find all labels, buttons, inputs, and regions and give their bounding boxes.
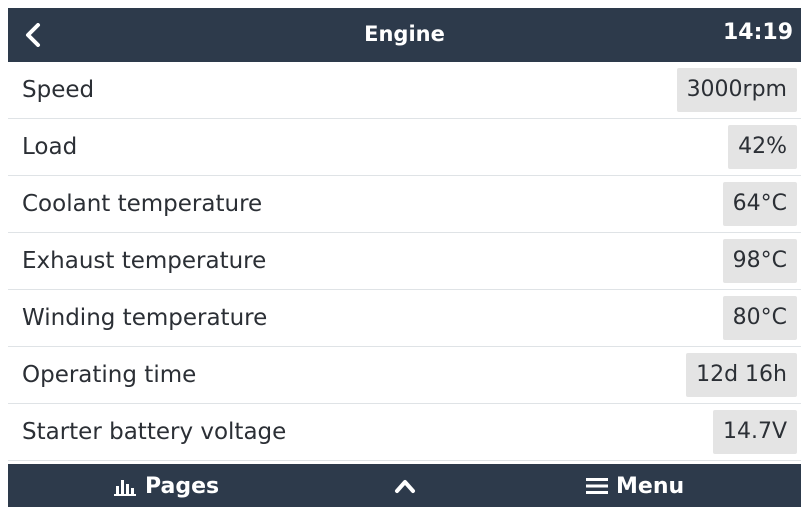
- item-label: Starter battery voltage: [22, 419, 287, 445]
- menu-button[interactable]: Menu: [586, 471, 684, 501]
- item-label: Winding temperature: [22, 305, 268, 331]
- item-label: Coolant temperature: [22, 191, 263, 217]
- item-label: Operating time: [22, 362, 197, 388]
- header-bar: Engine 14:19: [8, 8, 801, 62]
- item-label: Speed: [22, 77, 95, 103]
- engine-screen: Engine 14:19 Speed 3000rpm Load 42% Cool…: [8, 8, 801, 507]
- page-title: Engine: [364, 22, 445, 46]
- list-item[interactable]: Winding temperature 80°C: [8, 290, 801, 347]
- item-value: 12d 16h: [686, 353, 797, 397]
- list-item[interactable]: Operating time 12d 16h: [8, 347, 801, 404]
- menu-label: Menu: [616, 473, 685, 499]
- clock-time: 14:19: [722, 20, 793, 45]
- chevron-up-icon[interactable]: [393, 476, 417, 496]
- engine-data-list: Speed 3000rpm Load 42% Coolant temperatu…: [8, 62, 801, 461]
- item-label: Exhaust temperature: [22, 248, 267, 274]
- hamburger-menu-icon: [586, 478, 608, 494]
- pages-label: Pages: [145, 473, 220, 499]
- list-item[interactable]: Speed 3000rpm: [8, 62, 801, 119]
- item-value: 42%: [728, 125, 797, 169]
- list-item[interactable]: Starter battery voltage 14.7V: [8, 404, 801, 461]
- list-item[interactable]: Exhaust temperature 98°C: [8, 233, 801, 290]
- bar-chart-icon: [114, 480, 136, 496]
- item-value: 3000rpm: [676, 68, 797, 112]
- footer-bar: Pages Menu: [8, 464, 801, 507]
- item-value: 64°C: [722, 182, 797, 226]
- pages-button[interactable]: Pages: [113, 471, 219, 501]
- list-item[interactable]: Load 42%: [8, 119, 801, 176]
- item-value: 14.7V: [712, 410, 797, 454]
- item-value: 98°C: [722, 239, 797, 283]
- list-item[interactable]: Coolant temperature 64°C: [8, 176, 801, 233]
- item-value: 80°C: [722, 296, 797, 340]
- item-label: Load: [22, 134, 78, 160]
